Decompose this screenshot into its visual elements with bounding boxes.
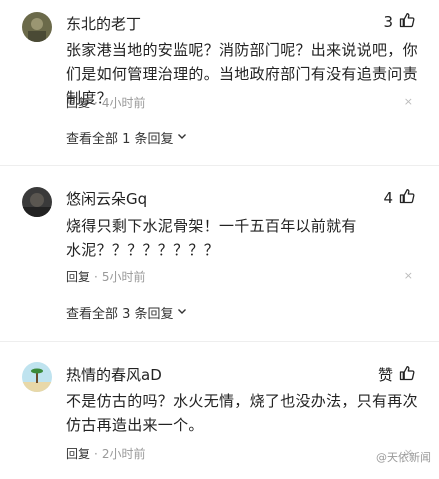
timestamp: 4小时前 bbox=[101, 96, 146, 110]
thumbs-up-icon bbox=[399, 188, 415, 208]
watermark: @天依新闻 bbox=[376, 449, 431, 465]
view-all-replies-label: 查看全部 1 条回复 bbox=[66, 132, 174, 147]
close-icon[interactable]: × bbox=[404, 269, 413, 282]
username[interactable]: 热情的春风aD bbox=[66, 364, 162, 385]
thumbs-up-icon bbox=[399, 365, 415, 385]
avatar[interactable] bbox=[22, 12, 52, 42]
separator-dot: · bbox=[94, 269, 98, 284]
comment-meta: 回复 · 5小时前 bbox=[66, 268, 145, 285]
comment-text: 不是仿古的吗？水火无情，烧了也没办法，只有再次仿古再造出来一个。 bbox=[66, 392, 418, 434]
avatar[interactable] bbox=[22, 187, 52, 217]
username[interactable]: 东北的老丁 bbox=[66, 13, 141, 34]
view-all-replies-button[interactable]: 查看全部 3 条回复 bbox=[66, 303, 187, 322]
timestamp: 2小时前 bbox=[101, 447, 146, 461]
watermark-text: @天依新闻 bbox=[376, 451, 431, 464]
like-button[interactable]: 赞 bbox=[378, 364, 415, 385]
divider bbox=[0, 165, 439, 166]
like-label: 赞 bbox=[377, 366, 393, 384]
divider bbox=[0, 341, 439, 342]
view-all-replies-label: 查看全部 3 条回复 bbox=[66, 307, 174, 322]
timestamp: 5小时前 bbox=[101, 270, 146, 284]
comment-meta: 回复 · 4小时前 bbox=[66, 94, 145, 111]
chevron-down-icon bbox=[177, 130, 187, 145]
like-count: 3 bbox=[383, 13, 393, 31]
close-icon[interactable]: × bbox=[404, 95, 413, 108]
view-all-replies-button[interactable]: 查看全部 1 条回复 bbox=[66, 128, 187, 147]
like-button[interactable]: 3 bbox=[383, 12, 415, 32]
chevron-down-icon bbox=[177, 305, 187, 320]
comment-text: 烧得只剩下水泥骨架！一千五百年以前就有水泥？？？？？？？？ bbox=[66, 217, 357, 259]
separator-dot: · bbox=[94, 95, 98, 110]
reply-button[interactable]: 回复 bbox=[66, 445, 90, 462]
reply-button[interactable]: 回复 bbox=[66, 268, 90, 285]
avatar[interactable] bbox=[22, 362, 52, 392]
username[interactable]: 悠闲云朵Gq bbox=[66, 188, 147, 209]
separator-dot: · bbox=[94, 446, 98, 461]
comment-meta: 回复 · 2小时前 bbox=[66, 445, 145, 462]
like-button[interactable]: 4 bbox=[383, 188, 415, 208]
reply-button[interactable]: 回复 bbox=[66, 94, 90, 111]
like-count: 4 bbox=[383, 189, 393, 207]
thumbs-up-icon bbox=[399, 12, 415, 32]
